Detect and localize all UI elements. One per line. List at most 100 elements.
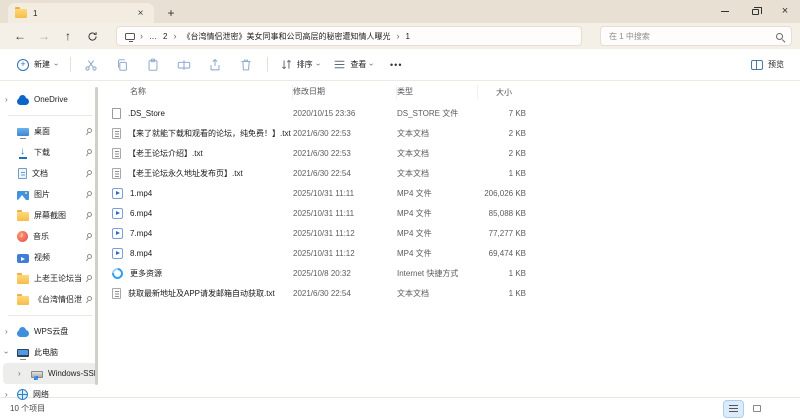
address-bar[interactable]: › … 2 › 《台湾情侣泄密》美女同事和公司高层的秘密遭知情人曝光 › 1: [116, 26, 582, 46]
sidebar-item-this-pc[interactable]: › 此电脑: [0, 342, 100, 363]
file-size: 77,277 KB: [478, 229, 526, 238]
share-button[interactable]: [200, 53, 231, 77]
view-button[interactable]: 查看 ›: [326, 53, 380, 77]
column-header-date[interactable]: 修改日期: [293, 85, 397, 99]
sidebar-label: WPS云盘: [34, 326, 68, 337]
file-row[interactable]: 【来了就能下载和观看的论坛，纯免费！】.txt 2021/6/30 22:53 …: [100, 123, 800, 143]
file-date: 2021/6/30 22:53: [293, 129, 397, 138]
sidebar-item-pinned-folder-1[interactable]: 上老王论坛当: [0, 268, 100, 289]
back-button[interactable]: ←: [8, 25, 32, 47]
file-row[interactable]: 【老王论坛介绍】.txt 2021/6/30 22:53 文本文档 2 KB: [100, 143, 800, 163]
sidebar-item-screenshots[interactable]: 屏幕截图: [0, 205, 100, 226]
breadcrumb-overflow[interactable]: …: [146, 32, 160, 41]
column-header-size[interactable]: 大小: [478, 87, 526, 98]
share-icon: [208, 58, 222, 72]
chevron-right-icon[interactable]: ›: [5, 95, 8, 104]
rename-button[interactable]: [169, 53, 200, 77]
folder-icon: [17, 212, 29, 221]
this-pc-icon[interactable]: [125, 33, 135, 40]
file-row[interactable]: 8.mp4 2025/10/31 11:12 MP4 文件 69,474 KB: [100, 243, 800, 263]
rename-icon: [177, 58, 191, 72]
preview-label: 预览: [768, 59, 784, 70]
chevron-right-icon[interactable]: ›: [18, 369, 21, 378]
breadcrumb-folder[interactable]: 《台湾情侣泄密》美女同事和公司高层的秘密遭知情人曝光: [179, 31, 393, 42]
copy-button[interactable]: [107, 53, 138, 77]
new-label: 新建: [34, 59, 50, 70]
file-date: 2025/10/8 20:32: [293, 269, 397, 278]
sidebar-item-wps-cloud[interactable]: › WPS云盘: [0, 321, 100, 342]
close-button[interactable]: ×: [770, 0, 800, 23]
chevron-down-icon[interactable]: ›: [2, 351, 11, 354]
file-name: 1.mp4: [130, 189, 152, 198]
file-row[interactable]: 6.mp4 2025/10/31 11:11 MP4 文件 85,088 KB: [100, 203, 800, 223]
search-box[interactable]: [600, 26, 792, 46]
maximize-button[interactable]: [740, 0, 770, 23]
file-type: 文本文档: [397, 128, 478, 139]
sidebar-item-desktop[interactable]: 桌面: [0, 121, 100, 142]
cut-button[interactable]: [76, 53, 107, 77]
delete-button[interactable]: [231, 53, 262, 77]
column-header-name[interactable]: 名称: [100, 85, 293, 99]
file-size: 1 KB: [478, 289, 526, 298]
sidebar-item-pictures[interactable]: 图片: [0, 184, 100, 205]
file-row[interactable]: 1.mp4 2025/10/31 11:11 MP4 文件 206,026 KB: [100, 183, 800, 203]
large-icons-view-button[interactable]: [747, 401, 766, 417]
sidebar-item-videos[interactable]: 视频: [0, 247, 100, 268]
sidebar-item-pinned-folder-2[interactable]: 《台湾情侣泄: [0, 289, 100, 310]
file-icon: [112, 108, 121, 119]
tab-close-icon[interactable]: ×: [134, 7, 147, 20]
file-row[interactable]: .DS_Store 2020/10/15 23:36 DS_STORE 文件 7…: [100, 103, 800, 123]
sidebar-item-documents[interactable]: 文档: [0, 163, 100, 184]
file-type: MP4 文件: [397, 208, 478, 219]
paste-icon: [146, 58, 160, 72]
file-name: 【老王论坛介绍】.txt: [128, 148, 203, 159]
sidebar-item-music[interactable]: 音乐: [0, 226, 100, 247]
file-type: 文本文档: [397, 288, 478, 299]
breadcrumb-current[interactable]: 1: [402, 32, 412, 41]
folder-icon: [17, 296, 29, 305]
sidebar-item-windows-ssd[interactable]: › Windows-SSD: [3, 363, 97, 384]
more-options-button[interactable]: •••: [380, 60, 412, 70]
details-view-button[interactable]: [724, 401, 743, 417]
sidebar-scrollbar[interactable]: [95, 87, 98, 385]
file-size: 2 KB: [478, 129, 526, 138]
drive-icon: [31, 371, 43, 378]
folder-icon: [15, 9, 27, 18]
restore-icon: [752, 9, 759, 15]
this-pc-icon: [17, 349, 29, 357]
file-row[interactable]: 7.mp4 2025/10/31 11:12 MP4 文件 77,277 KB: [100, 223, 800, 243]
column-header-type[interactable]: 类型: [397, 85, 478, 99]
explorer-tab[interactable]: 1 ×: [8, 3, 154, 23]
chevron-right-icon[interactable]: ›: [5, 390, 8, 399]
sidebar-item-onedrive[interactable]: › OneDrive: [0, 89, 100, 110]
refresh-button[interactable]: [80, 25, 104, 47]
video-file-icon: [112, 248, 123, 259]
search-input[interactable]: [609, 32, 776, 41]
sidebar-label: 此电脑: [34, 347, 58, 358]
new-button[interactable]: + 新建 ›: [10, 53, 65, 77]
chevron-right-icon[interactable]: ›: [5, 327, 8, 336]
file-row[interactable]: 更多资源 2025/10/8 20:32 Internet 快捷方式 1 KB: [100, 263, 800, 283]
up-button[interactable]: ↑: [56, 25, 80, 47]
sidebar-label: 《台湾情侣泄: [34, 294, 82, 305]
file-row[interactable]: 获取最新地址及APP请发邮箱自动获取.txt 2021/6/30 22:54 文…: [100, 283, 800, 303]
preview-pane-icon: [751, 60, 763, 70]
file-row[interactable]: 【老王论坛永久地址发布页】.txt 2021/6/30 22:54 文本文档 1…: [100, 163, 800, 183]
new-tab-button[interactable]: +: [162, 4, 180, 22]
sort-icon: [280, 58, 293, 71]
folder-icon: [17, 275, 29, 284]
view-label: 查看: [350, 59, 366, 70]
breadcrumb-parent[interactable]: 2: [160, 32, 170, 41]
sidebar-item-network[interactable]: › 网络: [0, 384, 100, 405]
sidebar-label: 文档: [32, 168, 48, 179]
sort-button[interactable]: 排序 ›: [273, 53, 327, 77]
sidebar-item-downloads[interactable]: 下载: [0, 142, 100, 163]
chevron-right-icon: ›: [137, 31, 146, 41]
preview-button[interactable]: 预览: [745, 53, 790, 77]
minimize-button[interactable]: [710, 0, 740, 23]
paste-button[interactable]: [138, 53, 169, 77]
column-headers: 名称 修改日期 类型 大小: [100, 81, 800, 103]
forward-button[interactable]: →: [32, 25, 56, 47]
chevron-down-icon: ›: [314, 63, 323, 66]
main-area: › OneDrive 桌面 下载 文档 图片 屏幕截图: [0, 81, 800, 397]
